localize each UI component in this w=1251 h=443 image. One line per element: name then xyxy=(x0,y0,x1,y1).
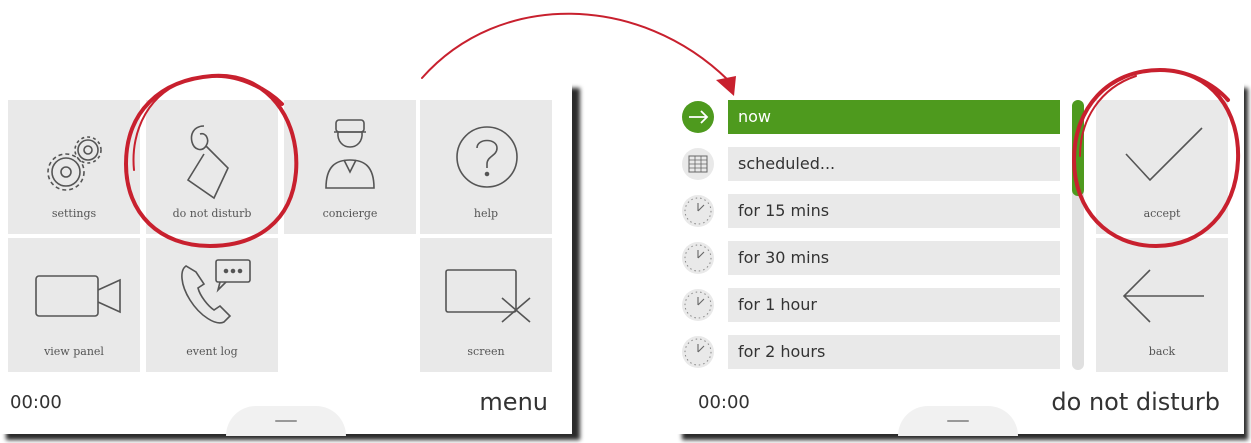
drawer-handle[interactable] xyxy=(226,406,346,436)
clock-icon xyxy=(682,289,714,321)
calendar-icon xyxy=(682,148,714,180)
screen-label: screen xyxy=(467,345,505,358)
screen-tile[interactable]: screen xyxy=(420,238,552,372)
option-now[interactable]: now xyxy=(728,100,1060,134)
help-tile[interactable]: help xyxy=(420,100,552,234)
option-30-mins-label: for 30 mins xyxy=(738,248,830,267)
option-15-mins-label: for 15 mins xyxy=(738,201,830,220)
option-scheduled[interactable]: scheduled... xyxy=(728,147,1060,181)
option-scheduled-label: scheduled... xyxy=(738,154,836,173)
accept-button[interactable]: accept xyxy=(1096,100,1228,234)
clock-time: 00:00 xyxy=(10,392,62,413)
arrow-left-icon xyxy=(1122,269,1204,323)
option-1-hour[interactable]: for 1 hour xyxy=(728,288,1060,322)
concierge-tile[interactable]: concierge xyxy=(284,100,416,234)
page-title: do not disturb xyxy=(1051,388,1220,416)
phone-message-icon xyxy=(181,259,251,324)
help-label: help xyxy=(473,207,499,220)
event-log-tile[interactable]: event log xyxy=(146,238,278,372)
scrollbar-thumb[interactable] xyxy=(1072,100,1084,196)
drawer-handle-line xyxy=(947,420,969,422)
back-button[interactable]: back xyxy=(1096,238,1228,372)
help-icon xyxy=(456,126,518,188)
gears-icon xyxy=(47,136,102,191)
drawer-handle[interactable] xyxy=(898,406,1018,436)
option-1-hour-label: for 1 hour xyxy=(738,295,817,314)
clock-icon xyxy=(682,336,714,368)
option-2-hours[interactable]: for 2 hours xyxy=(728,335,1060,369)
settings-label: settings xyxy=(51,207,97,220)
checkmark-icon xyxy=(1125,127,1203,182)
view-panel-label: view panel xyxy=(44,345,104,358)
do-not-disturb-label: do not disturb xyxy=(172,207,252,220)
drawer-handle-line xyxy=(275,420,297,422)
event-log-label: event log xyxy=(186,345,238,358)
screen-off-icon xyxy=(445,269,531,323)
video-camera-icon xyxy=(35,275,121,317)
settings-tile[interactable]: settings xyxy=(8,100,140,234)
back-label: back xyxy=(1148,345,1176,358)
accept-label: accept xyxy=(1143,207,1181,220)
arrow-right-icon xyxy=(682,101,714,133)
option-2-hours-label: for 2 hours xyxy=(738,342,826,361)
do-not-disturb-tile[interactable]: do not disturb xyxy=(146,100,278,234)
clock-icon xyxy=(682,242,714,274)
do-not-disturb-screen: now scheduled... for 15 mins for 30 mins… xyxy=(676,82,1244,436)
concierge-icon xyxy=(325,119,375,189)
menu-screen: settings do not disturb concierge help v… xyxy=(0,82,572,436)
option-30-mins[interactable]: for 30 mins xyxy=(728,241,1060,275)
option-15-mins[interactable]: for 15 mins xyxy=(728,194,1060,228)
door-hanger-icon xyxy=(186,125,229,200)
clock-icon xyxy=(682,195,714,227)
option-now-label: now xyxy=(738,107,772,126)
view-panel-tile[interactable]: view panel xyxy=(8,238,140,372)
concierge-label: concierge xyxy=(322,207,378,220)
page-title: menu xyxy=(479,388,548,416)
flow-arrow xyxy=(421,12,729,81)
clock-time: 00:00 xyxy=(698,392,750,413)
